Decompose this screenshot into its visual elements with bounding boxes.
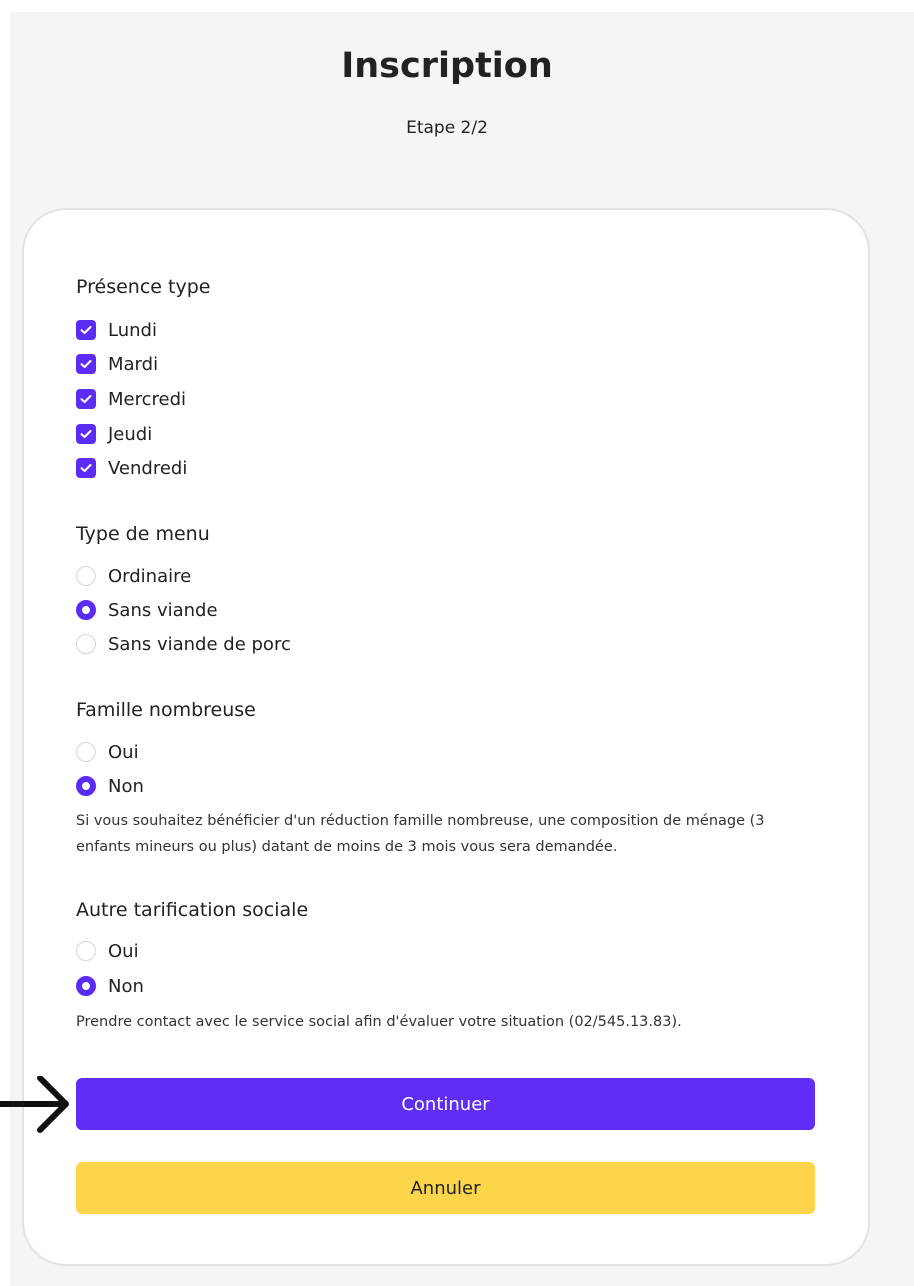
radio-label: Oui [108,940,139,962]
radio-sans-viande-de-porc[interactable]: Sans viande de porc [76,632,291,656]
radio-label: Sans viande de porc [108,633,291,655]
radio-icon[interactable] [76,742,96,762]
radio-selected-icon[interactable] [76,976,96,996]
checkbox-jeudi[interactable]: Jeudi [76,422,152,446]
radio-label: Non [108,975,144,997]
radio-label: Sans viande [108,599,218,621]
radio-sans-viande[interactable]: Sans viande [76,598,218,622]
check-icon[interactable] [76,424,96,444]
radio-famille-non[interactable]: Non [76,774,144,798]
social-pricing-note: Prendre contact avec le service social a… [76,1014,682,1030]
step-indicator: Etape 2/2 [406,118,488,138]
radio-famille-oui[interactable]: Oui [76,740,139,764]
presence-label: Présence type [76,276,211,298]
arrow-right-icon [0,1076,69,1133]
check-icon[interactable] [76,354,96,374]
check-icon[interactable] [76,320,96,340]
radio-icon[interactable] [76,634,96,654]
radio-label: Oui [108,741,139,763]
radio-icon[interactable] [76,941,96,961]
continue-button[interactable]: Continuer [76,1078,815,1130]
checkbox-label: Mardi [108,353,159,375]
checkbox-label: Jeudi [108,423,153,445]
checkbox-mardi[interactable]: Mardi [76,352,158,376]
checkbox-label: Vendredi [108,457,188,479]
radio-label: Ordinaire [108,565,192,587]
large-family-label: Famille nombreuse [76,699,256,721]
large-family-note: Si vous souhaitez bénéficier d'un réduct… [76,813,765,855]
checkbox-lundi[interactable]: Lundi [76,318,157,342]
cancel-button[interactable]: Annuler [76,1162,815,1214]
radio-ordinaire[interactable]: Ordinaire [76,564,191,588]
radio-tarification-non[interactable]: Non [76,974,144,998]
checkbox-vendredi[interactable]: Vendredi [76,456,187,480]
radio-icon[interactable] [76,566,96,586]
social-pricing-label: Autre tarification sociale [76,899,309,921]
check-icon[interactable] [76,458,96,478]
radio-label: Non [108,775,144,797]
check-icon[interactable] [76,389,96,409]
menu-type-label: Type de menu [76,523,210,545]
page-title: Inscription [341,46,553,86]
checkbox-mercredi[interactable]: Mercredi [76,387,186,411]
radio-selected-icon[interactable] [76,776,96,796]
checkbox-label: Mercredi [108,388,187,410]
checkbox-label: Lundi [108,319,157,341]
radio-selected-icon[interactable] [76,600,96,620]
radio-tarification-oui[interactable]: Oui [76,939,139,963]
